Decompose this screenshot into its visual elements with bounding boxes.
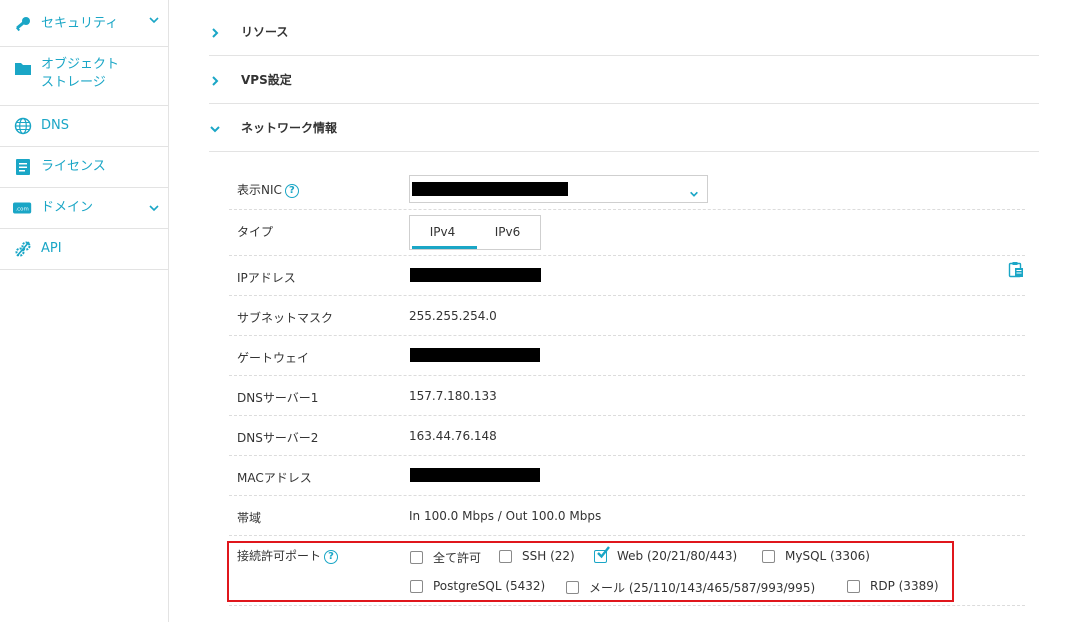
chevron-right-icon xyxy=(209,57,221,104)
row-mac: MACアドレス xyxy=(229,456,1025,496)
row-dns2: DNSサーバー2 163.44.76.148 xyxy=(229,416,1025,456)
chevron-down-icon xyxy=(148,202,160,218)
dns2-value: 163.44.76.148 xyxy=(409,429,497,443)
section-title: VPS設定 xyxy=(241,73,292,87)
sidebar-item-label: DNS xyxy=(41,118,69,133)
chevron-down-icon xyxy=(689,184,699,203)
clipboard-icon[interactable] xyxy=(1008,261,1024,282)
tab-ipv4[interactable]: IPv4 xyxy=(410,216,477,249)
sidebar-item-label: API xyxy=(41,241,62,256)
row-type: タイプ xyxy=(229,210,1025,256)
row-subnet: サブネットマスク 255.255.254.0 xyxy=(229,296,1025,336)
row-label: IPアドレス xyxy=(237,271,296,285)
row-dns1: DNSサーバー1 157.7.180.133 xyxy=(229,376,1025,416)
highlight-box xyxy=(227,541,954,602)
section-vps-settings[interactable]: VPS設定 xyxy=(209,57,1039,104)
chevron-down-icon xyxy=(209,105,221,152)
row-ip: IPアドレス xyxy=(229,256,1025,296)
section-title: リソース xyxy=(241,25,289,39)
license-icon xyxy=(13,157,33,177)
api-gear-icon xyxy=(13,239,33,259)
sidebar-item-api[interactable]: API xyxy=(0,229,168,270)
globe-icon xyxy=(13,116,33,136)
row-label: タイプ xyxy=(237,225,274,239)
section-network-info[interactable]: ネットワーク情報 xyxy=(209,105,1039,152)
nic-label: 表示NIC xyxy=(237,183,282,197)
sidebar-item-dns[interactable]: DNS xyxy=(0,106,168,147)
ip-type-tabs: IPv4 IPv6 xyxy=(409,215,541,250)
key-icon xyxy=(13,14,33,34)
row-label: サブネットマスク xyxy=(237,311,334,325)
sidebar-item-label: ライセンス xyxy=(41,159,106,174)
row-label: MACアドレス xyxy=(237,471,312,485)
row-gateway: ゲートウェイ xyxy=(229,336,1025,376)
redacted-ip-value xyxy=(410,268,541,282)
sidebar: セキュリティ オブジェクト ストレージ DNS ライセンス .com ドメイン xyxy=(0,0,169,622)
sidebar-item-label: オブジェクト ストレージ xyxy=(41,56,119,92)
sidebar-item-label: セキュリティ xyxy=(41,16,119,31)
row-label: ゲートウェイ xyxy=(237,351,310,365)
section-title: ネットワーク情報 xyxy=(241,121,338,135)
sidebar-item-label-line1: オブジェクト xyxy=(41,57,120,72)
folder-icon xyxy=(13,58,33,78)
domain-icon: .com xyxy=(13,198,33,218)
row-label: DNSサーバー2 xyxy=(237,431,319,445)
chevron-down-icon xyxy=(148,14,160,30)
sidebar-item-object-storage[interactable]: オブジェクト ストレージ xyxy=(0,47,168,106)
dns1-value: 157.7.180.133 xyxy=(409,389,497,403)
sidebar-item-license[interactable]: ライセンス xyxy=(0,147,168,188)
sidebar-item-domain[interactable]: .com ドメイン xyxy=(0,188,168,229)
sidebar-item-security[interactable]: セキュリティ xyxy=(0,0,168,47)
tab-ipv6[interactable]: IPv6 xyxy=(475,216,540,249)
redacted-gateway-value xyxy=(410,348,540,362)
chevron-right-icon xyxy=(209,9,221,56)
row-label: 表示NIC? xyxy=(237,181,299,198)
row-bandwidth: 帯域 In 100.0 Mbps / Out 100.0 Mbps xyxy=(229,496,1025,536)
row-label: DNSサーバー1 xyxy=(237,391,319,405)
bandwidth-value: In 100.0 Mbps / Out 100.0 Mbps xyxy=(409,509,602,523)
sidebar-item-label: ドメイン xyxy=(41,200,94,215)
row-label: 帯域 xyxy=(237,511,262,525)
redacted-mac-value xyxy=(410,468,540,482)
sidebar-item-label-line2: ストレージ xyxy=(41,75,106,90)
section-resources[interactable]: リソース xyxy=(209,9,1039,56)
domain-icon-text: .com xyxy=(15,207,28,213)
help-icon[interactable]: ? xyxy=(284,183,299,198)
redacted-nic-value xyxy=(412,182,568,196)
nic-select[interactable] xyxy=(409,175,708,203)
subnet-value: 255.255.254.0 xyxy=(409,309,497,323)
